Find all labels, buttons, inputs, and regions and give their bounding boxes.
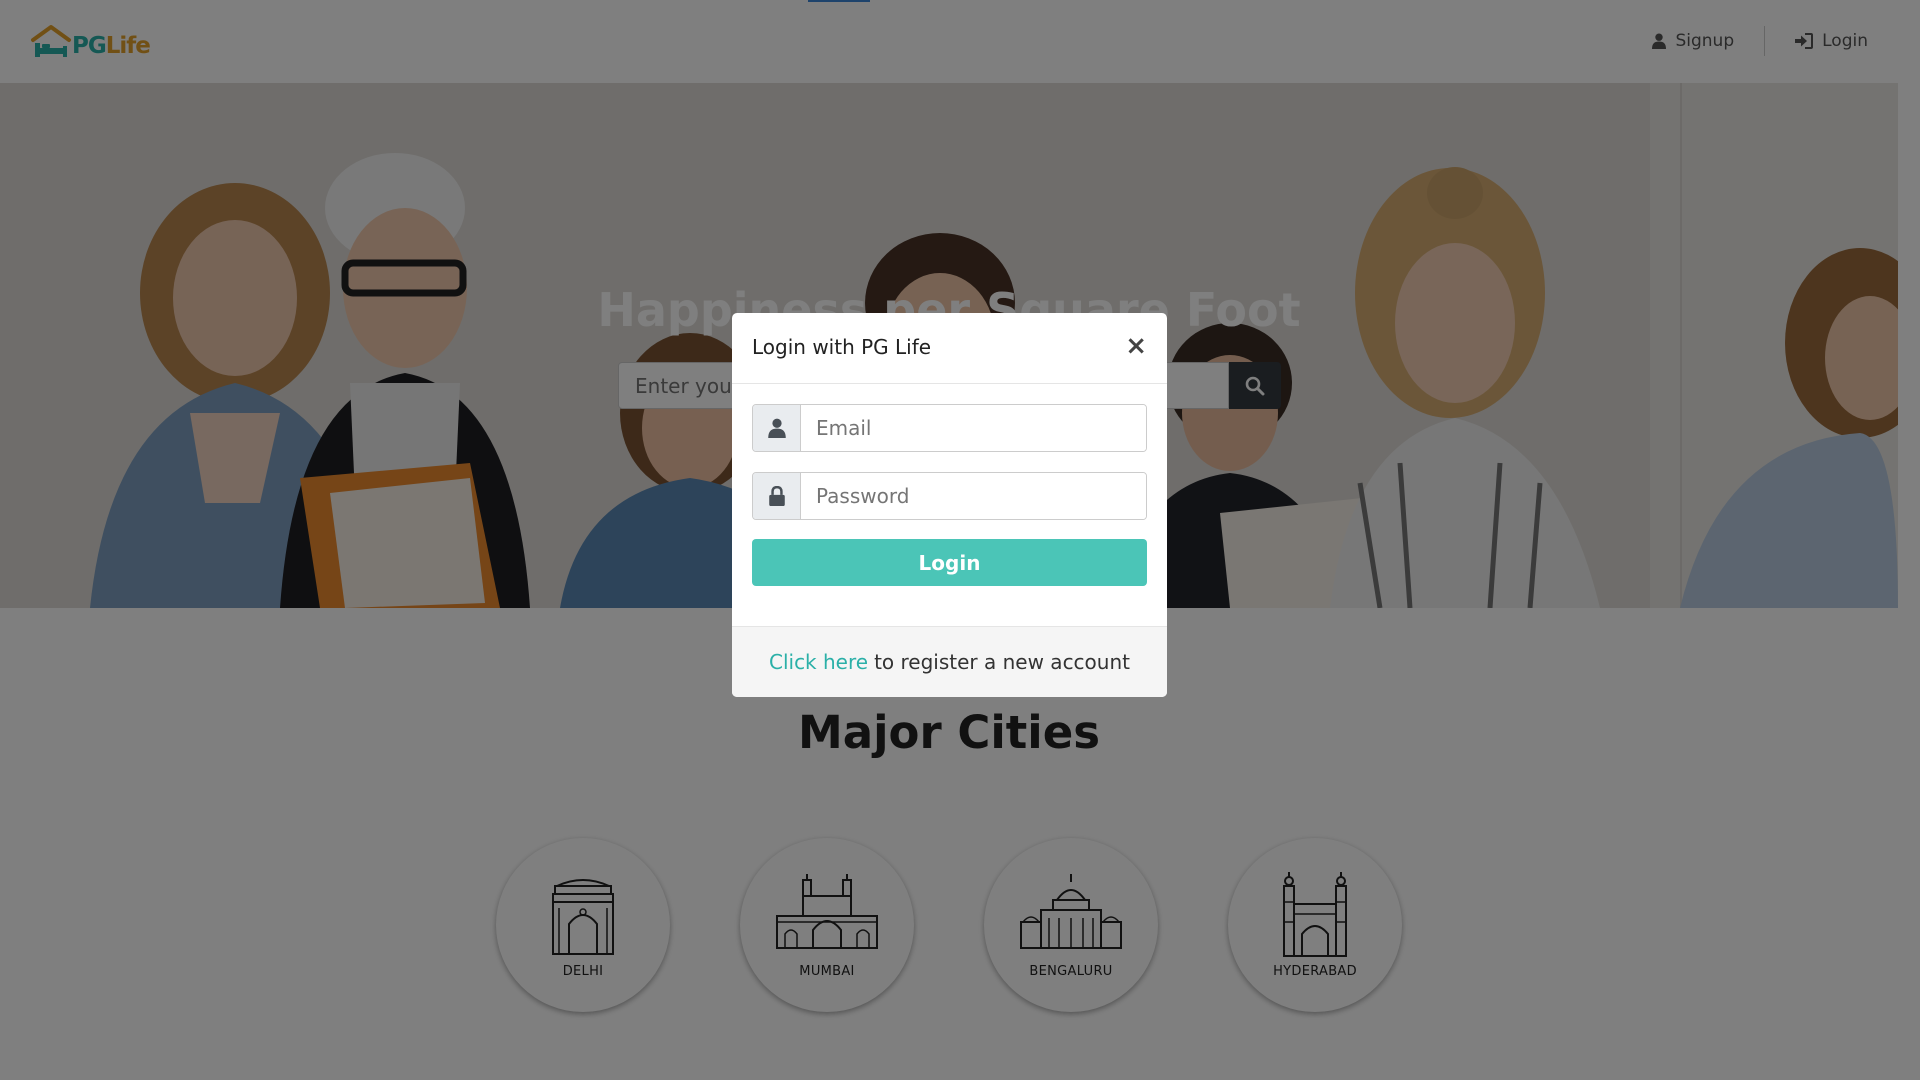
email-field[interactable] xyxy=(801,405,1146,451)
user-icon xyxy=(767,418,786,438)
email-addon xyxy=(753,405,801,451)
register-text: to register a new account xyxy=(874,650,1130,674)
modal-footer: Click here to register a new account xyxy=(732,626,1167,697)
login-submit-button[interactable]: Login xyxy=(752,539,1147,586)
close-button[interactable]: × xyxy=(1125,333,1147,359)
login-modal: Login with PG Life × Login Click h xyxy=(732,313,1167,697)
modal-header: Login with PG Life × xyxy=(732,313,1167,384)
modal-title: Login with PG Life xyxy=(752,335,932,359)
modal-body: Login xyxy=(732,384,1167,626)
lock-icon xyxy=(768,486,785,506)
password-field[interactable] xyxy=(801,473,1146,519)
email-input-group xyxy=(752,404,1147,452)
register-link[interactable]: Click here xyxy=(769,650,868,674)
password-addon xyxy=(753,473,801,519)
password-input-group xyxy=(752,472,1147,520)
